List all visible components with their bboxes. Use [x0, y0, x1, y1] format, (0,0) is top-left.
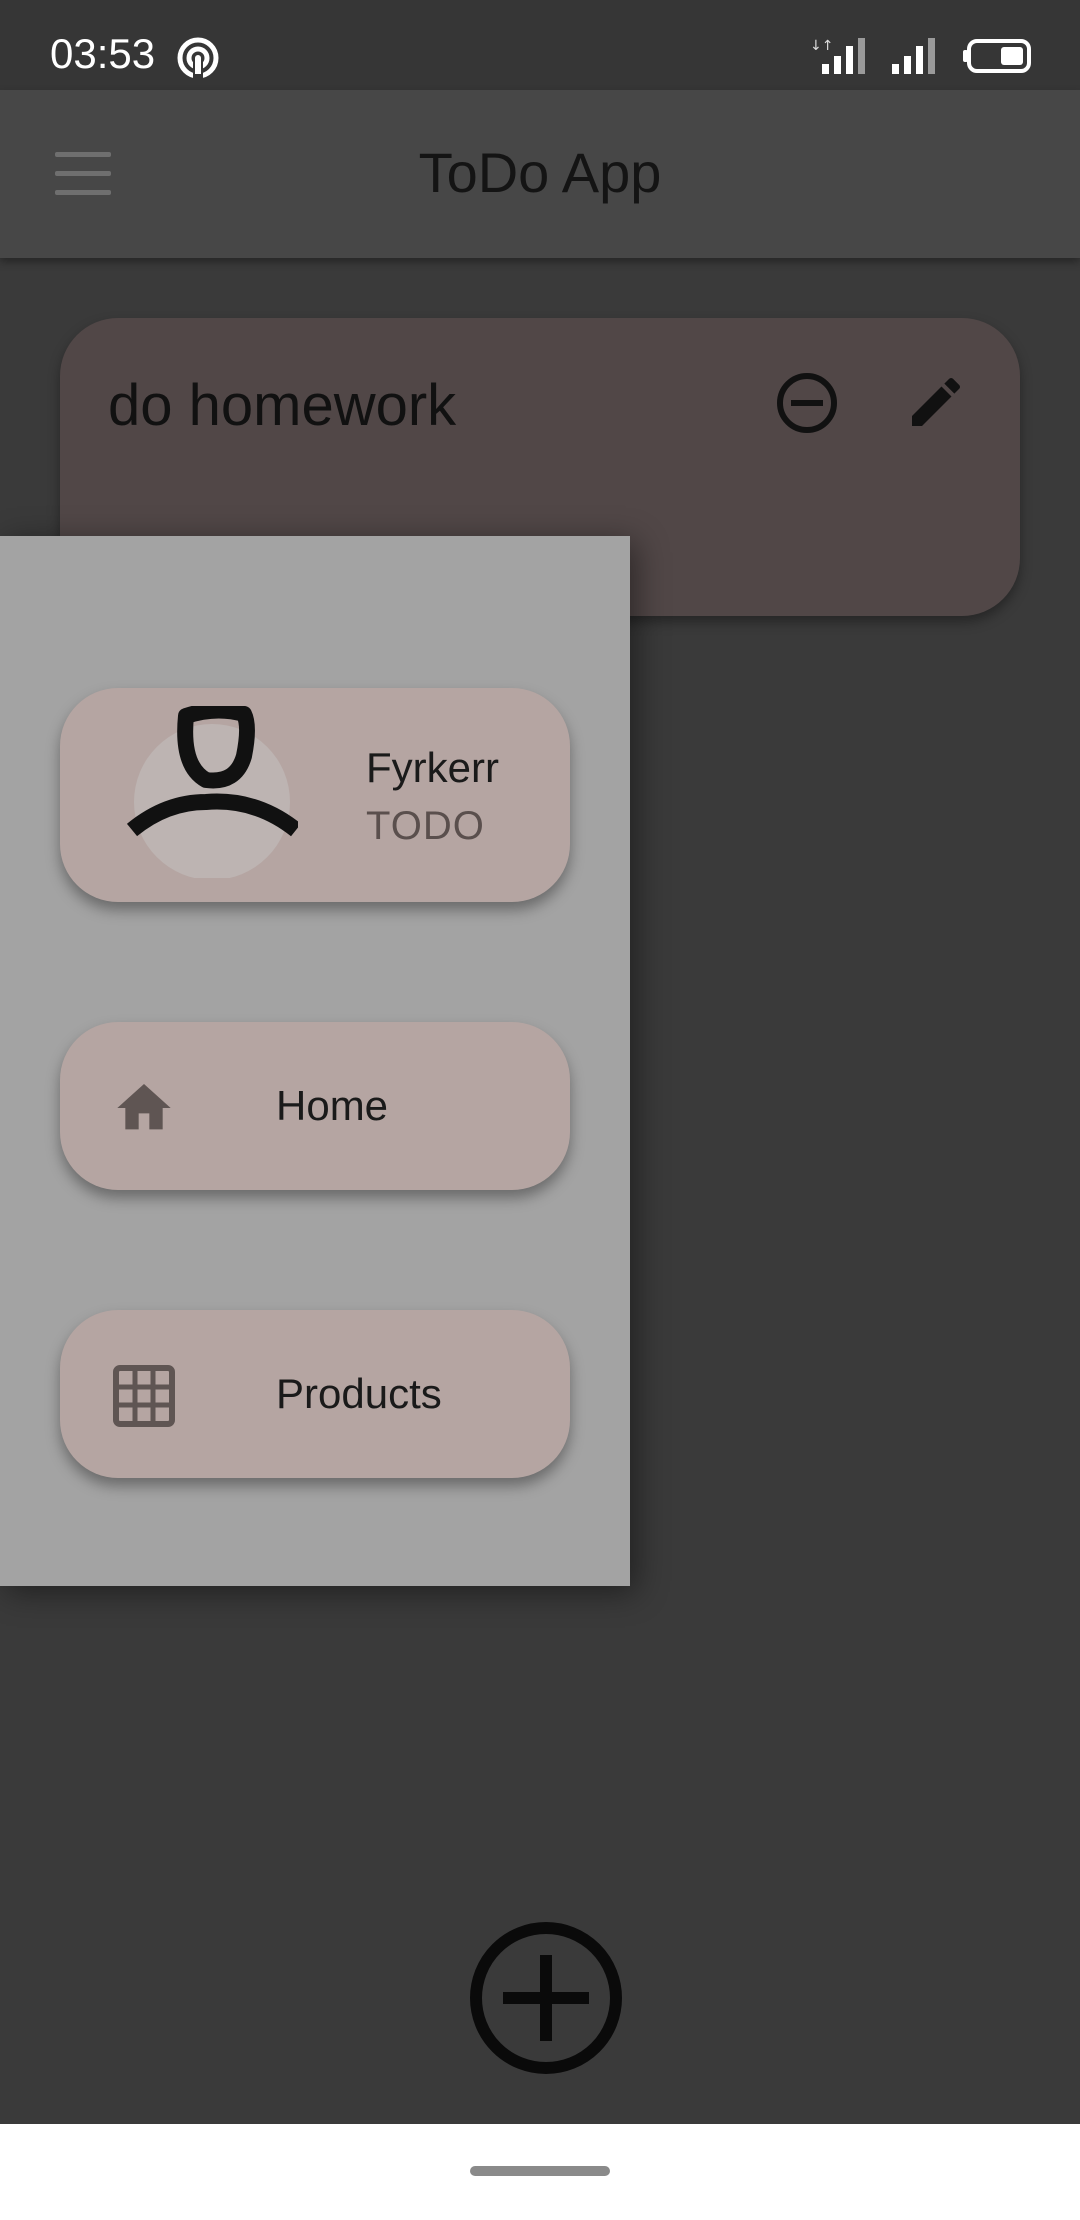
todo-title: do homework [108, 373, 457, 438]
grid-icon [112, 1364, 176, 1433]
remove-icon[interactable] [774, 370, 840, 441]
home-indicator[interactable] [470, 2166, 610, 2176]
profile-name: Fyrkerr [366, 744, 499, 791]
app-title: ToDo App [418, 141, 662, 204]
battery-icon [963, 38, 1033, 79]
signal-icon: ↓↑ [810, 36, 870, 81]
profile-subtitle: TODO [366, 804, 485, 848]
status-time: 03:53 [50, 30, 156, 77]
svg-text:↓↑: ↓↑ [810, 38, 833, 54]
edit-icon[interactable] [904, 370, 968, 439]
hotspot-icon [176, 36, 220, 85]
drawer-item-label: Products [276, 1370, 442, 1417]
person-icon [126, 702, 301, 880]
drawer-item-label: Home [276, 1082, 389, 1129]
signal-icon [890, 36, 940, 81]
add-circle-icon[interactable] [470, 1922, 622, 2074]
home-icon [112, 1076, 176, 1145]
